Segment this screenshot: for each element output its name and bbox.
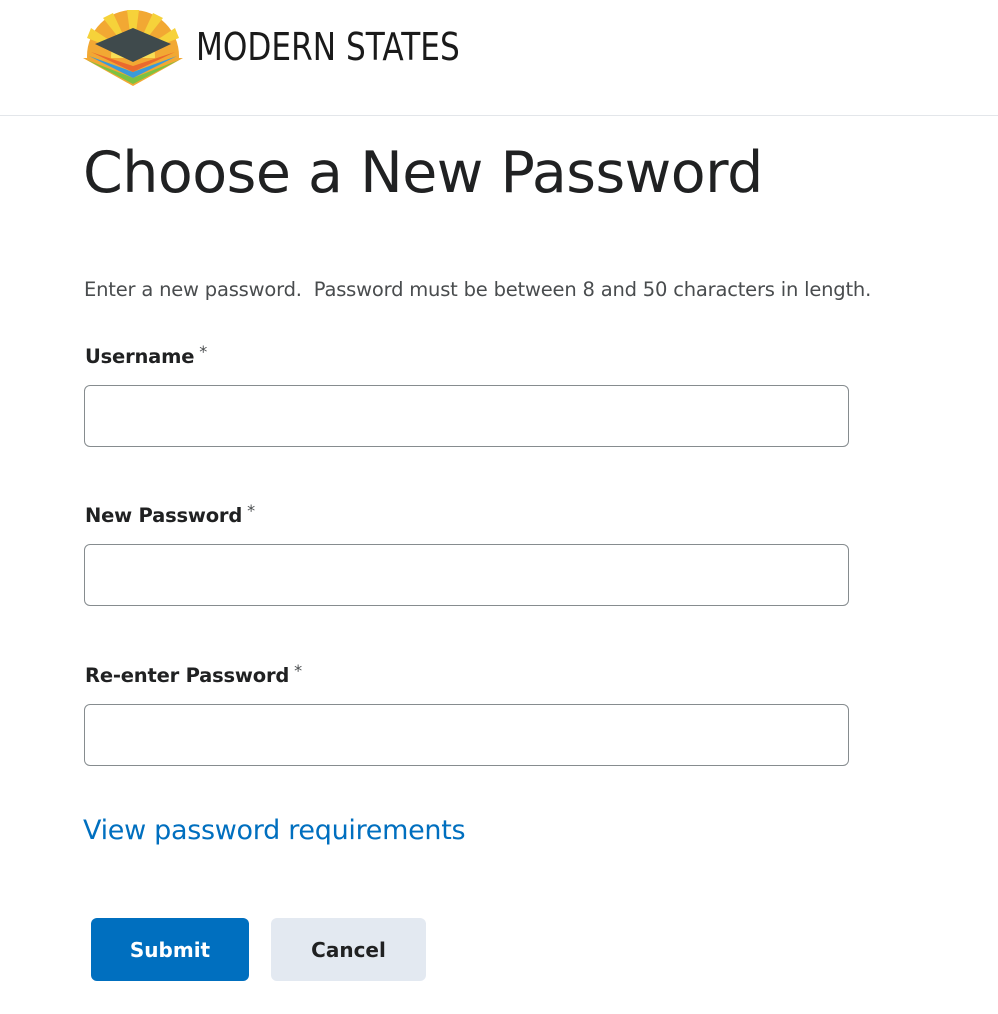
reenter-password-input[interactable] (84, 704, 849, 766)
brand-name: MODERN STATES (196, 25, 460, 69)
modern-states-logo-icon (83, 10, 183, 86)
new-password-input[interactable] (84, 544, 849, 606)
modern-states-logo[interactable]: MODERN STATES (83, 8, 518, 86)
username-label: Username * (85, 342, 208, 368)
new-password-label-text: New Password (85, 504, 243, 527)
required-marker: * (294, 661, 302, 680)
page-title: Choose a New Password (83, 140, 763, 206)
reenter-password-label-text: Re-enter Password (85, 664, 290, 687)
site-header: MODERN STATES (0, 0, 998, 116)
view-password-requirements-link[interactable]: View password requirements (83, 815, 466, 846)
cancel-button[interactable]: Cancel (271, 918, 426, 981)
required-marker: * (247, 501, 255, 520)
username-label-text: Username (85, 345, 195, 368)
required-marker: * (199, 342, 208, 361)
username-input[interactable] (84, 385, 849, 447)
submit-button[interactable]: Submit (91, 918, 249, 981)
reenter-password-label: Re-enter Password * (85, 661, 302, 687)
new-password-label: New Password * (85, 501, 255, 527)
instructions-text: Enter a new password. Password must be b… (84, 278, 872, 301)
